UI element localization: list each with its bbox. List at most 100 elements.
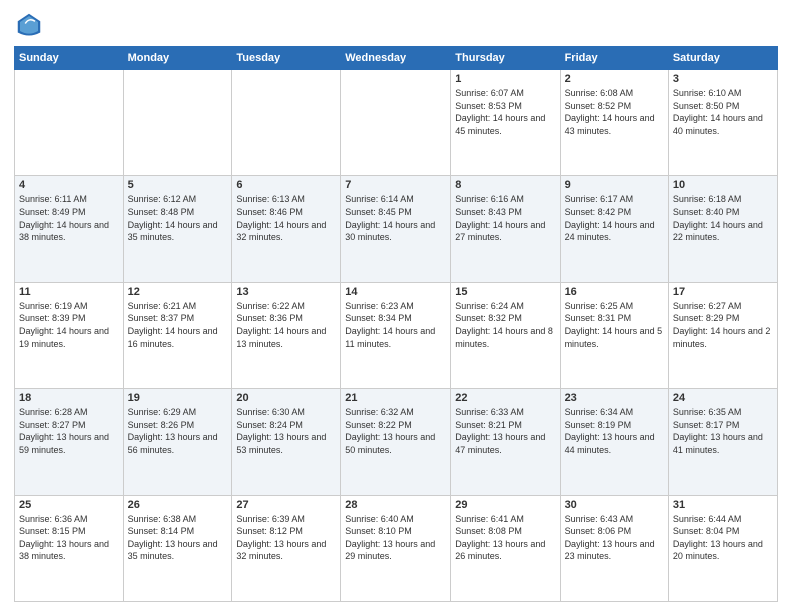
calendar-cell: 1Sunrise: 6:07 AM Sunset: 8:53 PM Daylig… (451, 70, 560, 176)
calendar-cell (341, 70, 451, 176)
day-info: Sunrise: 6:35 AM Sunset: 8:17 PM Dayligh… (673, 406, 773, 456)
day-number: 26 (128, 499, 228, 511)
day-info: Sunrise: 6:38 AM Sunset: 8:14 PM Dayligh… (128, 513, 228, 563)
day-number: 5 (128, 179, 228, 191)
calendar-cell: 19Sunrise: 6:29 AM Sunset: 8:26 PM Dayli… (123, 389, 232, 495)
calendar-cell: 23Sunrise: 6:34 AM Sunset: 8:19 PM Dayli… (560, 389, 668, 495)
calendar-cell: 7 Sunrise: 6:14 AM Sunset: 8:45 PM Daylig… (341, 176, 451, 282)
day-info: Sunrise: 6:36 AM Sunset: 8:15 PM Dayligh… (19, 513, 119, 563)
day-info: Sunrise: 6:44 AM Sunset: 8:04 PM Dayligh… (673, 513, 773, 563)
day-header-wednesday: Wednesday (341, 47, 451, 70)
calendar-cell: 25 Sunrise: 6:36 AM Sunset: 8:15 PM Dayli… (15, 495, 124, 601)
calendar-cell: 8 Sunrise: 6:16 AM Sunset: 8:43 PM Daylig… (451, 176, 560, 282)
calendar-cell: 18 Sunrise: 6:28 AM Sunset: 8:27 PM Dayli… (15, 389, 124, 495)
calendar-cell (15, 70, 124, 176)
calendar-cell: 30Sunrise: 6:43 AM Sunset: 8:06 PM Dayli… (560, 495, 668, 601)
day-number: 2 (565, 73, 664, 85)
day-number: 28 (345, 499, 446, 511)
day-info: Sunrise: 6:11 AM Sunset: 8:49 PM Dayligh… (19, 193, 119, 243)
day-info: Sunrise: 6:32 AM Sunset: 8:22 PM Dayligh… (345, 406, 446, 456)
calendar-cell: 5 Sunrise: 6:12 AM Sunset: 8:48 PM Daylig… (123, 176, 232, 282)
day-header-thursday: Thursday (451, 47, 560, 70)
week-row-4: 18 Sunrise: 6:28 AM Sunset: 8:27 PM Dayli… (15, 389, 778, 495)
calendar-cell: 12 Sunrise: 6:21 AM Sunset: 8:37 PM Dayli… (123, 282, 232, 388)
day-info: Sunrise: 6:27 AM Sunset: 8:29 PM Dayligh… (673, 300, 773, 350)
calendar-cell: 4Sunrise: 6:11 AM Sunset: 8:49 PM Daylig… (15, 176, 124, 282)
day-number: 3 (673, 73, 773, 85)
day-number: 9 (565, 179, 664, 191)
day-header-monday: Monday (123, 47, 232, 70)
calendar-cell: 17 Sunrise: 6:27 AM Sunset: 8:29 PM Dayli… (668, 282, 777, 388)
week-row-5: 25 Sunrise: 6:36 AM Sunset: 8:15 PM Dayli… (15, 495, 778, 601)
day-number: 16 (565, 286, 664, 298)
day-number: 19 (128, 392, 228, 404)
day-number: 6 (236, 179, 336, 191)
week-row-1: 1Sunrise: 6:07 AM Sunset: 8:53 PM Daylig… (15, 70, 778, 176)
calendar: SundayMondayTuesdayWednesdayThursdayFrid… (14, 46, 778, 602)
calendar-cell: 15 Sunrise: 6:24 AM Sunset: 8:32 PM Dayli… (451, 282, 560, 388)
page: SundayMondayTuesdayWednesdayThursdayFrid… (0, 0, 792, 612)
calendar-cell: 11 Sunrise: 6:19 AM Sunset: 8:39 PM Dayli… (15, 282, 124, 388)
calendar-cell: 14Sunrise: 6:23 AM Sunset: 8:34 PM Dayli… (341, 282, 451, 388)
calendar-cell: 27Sunrise: 6:39 AM Sunset: 8:12 PM Dayli… (232, 495, 341, 601)
day-number: 8 (455, 179, 555, 191)
calendar-cell: 13 Sunrise: 6:22 AM Sunset: 8:36 PM Dayli… (232, 282, 341, 388)
day-info: Sunrise: 6:24 AM Sunset: 8:32 PM Dayligh… (455, 300, 555, 350)
day-info: Sunrise: 6:12 AM Sunset: 8:48 PM Dayligh… (128, 193, 228, 243)
day-header-tuesday: Tuesday (232, 47, 341, 70)
calendar-cell: 21 Sunrise: 6:32 AM Sunset: 8:22 PM Dayli… (341, 389, 451, 495)
day-number: 25 (19, 499, 119, 511)
calendar-cell: 22Sunrise: 6:33 AM Sunset: 8:21 PM Dayli… (451, 389, 560, 495)
calendar-cell: 20 Sunrise: 6:30 AM Sunset: 8:24 PM Dayli… (232, 389, 341, 495)
day-info: Sunrise: 6:22 AM Sunset: 8:36 PM Dayligh… (236, 300, 336, 350)
day-info: Sunrise: 6:10 AM Sunset: 8:50 PM Dayligh… (673, 87, 773, 137)
calendar-cell: 28 Sunrise: 6:40 AM Sunset: 8:10 PM Dayli… (341, 495, 451, 601)
day-info: Sunrise: 6:16 AM Sunset: 8:43 PM Dayligh… (455, 193, 555, 243)
day-info: Sunrise: 6:14 AM Sunset: 8:45 PM Dayligh… (345, 193, 446, 243)
day-number: 21 (345, 392, 446, 404)
day-info: Sunrise: 6:33 AM Sunset: 8:21 PM Dayligh… (455, 406, 555, 456)
day-info: Sunrise: 6:13 AM Sunset: 8:46 PM Dayligh… (236, 193, 336, 243)
calendar-cell: 24Sunrise: 6:35 AM Sunset: 8:17 PM Dayli… (668, 389, 777, 495)
calendar-cell: 6 Sunrise: 6:13 AM Sunset: 8:46 PM Daylig… (232, 176, 341, 282)
day-number: 23 (565, 392, 664, 404)
week-row-3: 11 Sunrise: 6:19 AM Sunset: 8:39 PM Dayli… (15, 282, 778, 388)
day-number: 7 (345, 179, 446, 191)
day-info: Sunrise: 6:28 AM Sunset: 8:27 PM Dayligh… (19, 406, 119, 456)
day-header-saturday: Saturday (668, 47, 777, 70)
day-number: 20 (236, 392, 336, 404)
day-number: 10 (673, 179, 773, 191)
day-number: 30 (565, 499, 664, 511)
day-number: 18 (19, 392, 119, 404)
calendar-cell (232, 70, 341, 176)
day-number: 15 (455, 286, 555, 298)
day-number: 11 (19, 286, 119, 298)
calendar-header-row: SundayMondayTuesdayWednesdayThursdayFrid… (15, 47, 778, 70)
day-number: 12 (128, 286, 228, 298)
day-info: Sunrise: 6:18 AM Sunset: 8:40 PM Dayligh… (673, 193, 773, 243)
day-info: Sunrise: 6:17 AM Sunset: 8:42 PM Dayligh… (565, 193, 664, 243)
calendar-cell (123, 70, 232, 176)
day-info: Sunrise: 6:07 AM Sunset: 8:53 PM Dayligh… (455, 87, 555, 137)
day-number: 17 (673, 286, 773, 298)
day-header-friday: Friday (560, 47, 668, 70)
day-number: 13 (236, 286, 336, 298)
day-info: Sunrise: 6:25 AM Sunset: 8:31 PM Dayligh… (565, 300, 664, 350)
calendar-cell: 26 Sunrise: 6:38 AM Sunset: 8:14 PM Dayli… (123, 495, 232, 601)
calendar-cell: 31Sunrise: 6:44 AM Sunset: 8:04 PM Dayli… (668, 495, 777, 601)
day-info: Sunrise: 6:19 AM Sunset: 8:39 PM Dayligh… (19, 300, 119, 350)
logo-icon (14, 10, 44, 40)
day-info: Sunrise: 6:21 AM Sunset: 8:37 PM Dayligh… (128, 300, 228, 350)
day-info: Sunrise: 6:30 AM Sunset: 8:24 PM Dayligh… (236, 406, 336, 456)
day-info: Sunrise: 6:23 AM Sunset: 8:34 PM Dayligh… (345, 300, 446, 350)
week-row-2: 4Sunrise: 6:11 AM Sunset: 8:49 PM Daylig… (15, 176, 778, 282)
calendar-cell: 10 Sunrise: 6:18 AM Sunset: 8:40 PM Dayli… (668, 176, 777, 282)
calendar-cell: 3 Sunrise: 6:10 AM Sunset: 8:50 PM Daylig… (668, 70, 777, 176)
header (14, 10, 778, 40)
calendar-cell: 9 Sunrise: 6:17 AM Sunset: 8:42 PM Daylig… (560, 176, 668, 282)
day-header-sunday: Sunday (15, 47, 124, 70)
day-number: 29 (455, 499, 555, 511)
day-info: Sunrise: 6:40 AM Sunset: 8:10 PM Dayligh… (345, 513, 446, 563)
day-info: Sunrise: 6:39 AM Sunset: 8:12 PM Dayligh… (236, 513, 336, 563)
logo (14, 10, 48, 40)
